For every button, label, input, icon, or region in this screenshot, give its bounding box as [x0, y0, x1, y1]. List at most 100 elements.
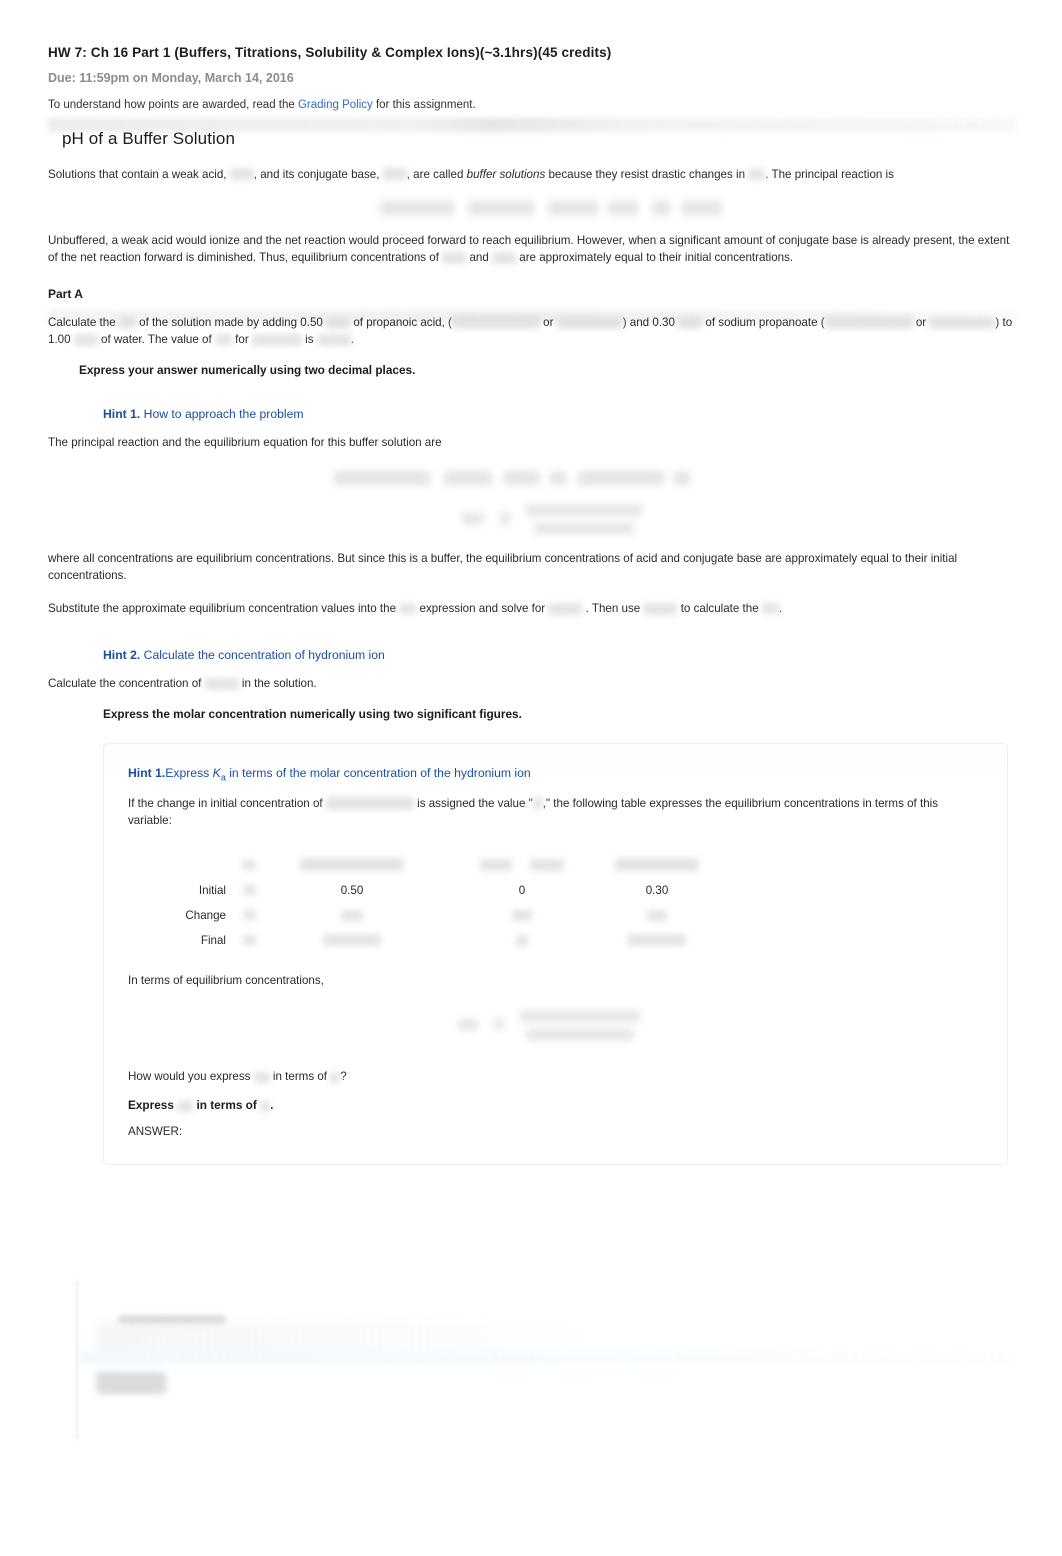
math-placeholder-change-species — [325, 797, 414, 811]
hint-1-reaction-equation — [48, 461, 1014, 491]
math-placeholder-ph — [748, 168, 766, 180]
math-placeholder-acid-name — [251, 333, 302, 346]
intro-paragraph-1: Solutions that contain a weak acid, , an… — [48, 167, 1014, 184]
ice-unit-initial — [232, 878, 266, 903]
nested-hint-line-3: How would you express in terms of ? — [128, 1069, 983, 1086]
h1-text-b: expression and solve for — [419, 601, 546, 615]
principal-reaction-equation — [48, 191, 1014, 217]
math-placeholder-final-acid — [323, 934, 381, 947]
math-placeholder-unit-initial — [242, 885, 256, 896]
math-placeholder-acid-2 — [442, 252, 467, 265]
math-placeholder-hydronium — [204, 677, 239, 690]
math-placeholder-x-instr — [260, 1100, 271, 1112]
ka-symbol: Ka — [212, 765, 226, 782]
section-title: pH of a Buffer Solution — [62, 128, 236, 148]
nested-hint-title-a: Express — [165, 765, 213, 780]
grading-policy-link[interactable]: Grading Policy — [298, 99, 373, 111]
assignment-page: HW 7: Ch 16 Part 1 (Buffers, Titrations,… — [0, 0, 1062, 1556]
nh3-text-b: in terms of — [272, 1070, 328, 1084]
ice-final-h3o — [438, 928, 606, 953]
nh-text-b: is assigned the value " — [417, 796, 533, 810]
math-placeholder-change-h3o — [512, 909, 532, 921]
ghost-answer-field — [118, 1316, 226, 1324]
assignment-header: HW 7: Ch 16 Part 1 (Buffers, Titrations,… — [0, 0, 1062, 111]
ice-initial-h3o: 0 — [518, 883, 526, 897]
ice-header-units — [232, 852, 266, 878]
ice-table-container: Initial 0.50 0 0.30 Change Final — [140, 852, 983, 953]
math-placeholder-ka-expr — [399, 603, 417, 615]
math-placeholder-mol-1 — [326, 316, 351, 329]
policy-suffix-text: for this assignment. — [372, 98, 476, 111]
ice-row-change: Change — [140, 903, 708, 928]
math-placeholder-ph-target — [118, 317, 136, 329]
math-placeholder-unit-change — [242, 910, 256, 921]
math-placeholder-propanoic-alt — [556, 316, 623, 329]
ka-letter: K — [212, 765, 221, 780]
part-a-instruction: Express your answer numerically using tw… — [79, 362, 416, 377]
math-placeholder-x-q — [330, 1071, 341, 1083]
math-placeholder-mol-2 — [678, 316, 703, 329]
h1-text-e: . — [778, 601, 783, 615]
math-placeholder-ka-instr — [177, 1100, 194, 1112]
math-placeholder-ka-symbol — [214, 334, 232, 346]
math-placeholder-ka-q — [253, 1071, 270, 1083]
nested-hint-line-2: In terms of equilibrium concentrations, — [128, 973, 324, 987]
math-placeholder-water-column — [480, 858, 513, 871]
pa-text-4: or — [543, 315, 554, 329]
math-placeholder-ph-formula — [643, 602, 678, 615]
ice-label-final: Final — [200, 933, 226, 947]
math-placeholder-change-base — [647, 909, 667, 921]
nested-hint-title-b: in terms of the molar concentration of t… — [225, 765, 531, 780]
intro-text-f: . The principal reaction is — [765, 167, 894, 181]
ice-row-initial: Initial 0.50 0 0.30 — [140, 878, 708, 903]
assignment-title: HW 7: Ch 16 Part 1 (Buffers, Titrations,… — [48, 45, 612, 60]
hint-1-title: How to approach the problem — [143, 406, 304, 421]
policy-prefix-text: To understand how points are awarded, re… — [48, 98, 298, 111]
hint-1-header[interactable]: Hint 1. How to approach the problem — [103, 407, 1014, 421]
nested-hint-instruction: Express in terms of . — [128, 1098, 983, 1112]
ice-initial-acid: 0.50 — [340, 883, 364, 897]
intro2-text-b: and — [469, 251, 489, 265]
ice-unit-change — [232, 903, 266, 928]
math-placeholder-h3o-solve — [548, 602, 583, 615]
ghost-left-rule — [76, 1280, 78, 1440]
pa-text-10: for — [235, 332, 249, 346]
intro-text-c: , are called — [406, 167, 467, 181]
h1-text-a: Substitute the approximate equilibrium c… — [48, 601, 397, 615]
math-placeholder-base-column — [615, 858, 699, 872]
nh3-text-a: How would you express — [128, 1070, 251, 1084]
math-placeholder-unit-final — [242, 935, 256, 946]
ice-change-h3o — [438, 903, 606, 928]
pa-text-3: of propanoic acid, ( — [353, 315, 452, 329]
pa-text-5: ) and 0.30 — [622, 315, 675, 329]
nested-hint-header[interactable]: Hint 1.Express Ka in terms of the molar … — [128, 766, 983, 782]
hint-1-line-3: Substitute the approximate equilibrium c… — [48, 601, 1014, 618]
ice-final-base — [606, 928, 708, 953]
hint-2-header[interactable]: Hint 2. Calculate the concentration of h… — [103, 648, 1014, 662]
ice-label-change: Change — [185, 908, 226, 922]
nh4-text-a: Express — [128, 1098, 174, 1113]
ice-label-initial: Initial — [198, 883, 226, 897]
ice-final-acid — [266, 928, 438, 953]
pa-text-12: . — [350, 332, 354, 346]
pa-text-11: is — [305, 332, 314, 346]
assignment-content: pH of a Buffer Solution Solutions that c… — [0, 129, 1062, 1166]
intro-text-e: because they resist drastic changes in — [545, 167, 749, 181]
assignment-due-date: Due: 11:59pm on Monday, March 14, 2016 — [48, 70, 294, 85]
ice-table: Initial 0.50 0 0.30 Change Final — [140, 852, 708, 953]
ghost-submit-button[interactable] — [96, 1372, 166, 1394]
ice-table-header-row — [140, 852, 708, 878]
ice-header-reaction — [438, 852, 606, 878]
math-placeholder-acid-column — [300, 858, 404, 872]
ghost-divider — [78, 1352, 1018, 1364]
part-a-question: Calculate the of the solution made by ad… — [48, 315, 1014, 349]
math-placeholder-base-2 — [492, 252, 517, 265]
hint-1-number: Hint 1. — [103, 406, 141, 421]
ice-header-base — [606, 852, 708, 878]
nh4-text-b: in terms of — [196, 1098, 257, 1113]
nh-text-a: If the change in initial concentration o… — [128, 796, 323, 810]
intro-text-b: , and its conjugate base, — [253, 167, 380, 181]
hint-2-title: Calculate the concentration of hydronium… — [143, 647, 385, 662]
pa-text-1: Calculate the — [48, 315, 116, 329]
pa-text-7: or — [915, 315, 927, 329]
